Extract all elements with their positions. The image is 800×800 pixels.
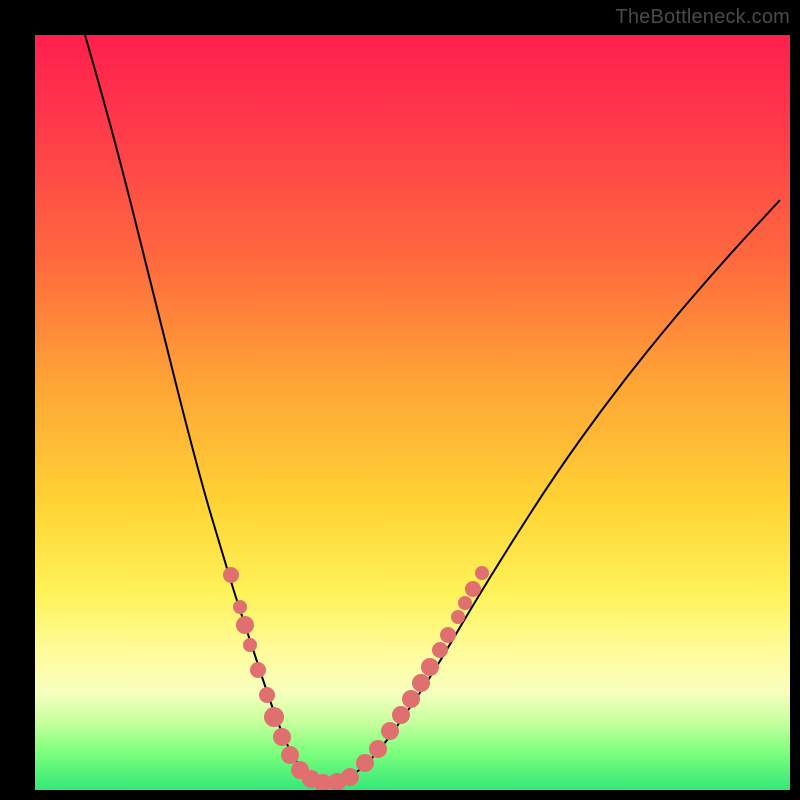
data-marker <box>273 728 291 746</box>
plot-area <box>35 35 790 790</box>
data-marker <box>233 600 247 614</box>
chart-frame: TheBottleneck.com <box>0 0 800 800</box>
data-marker <box>421 658 439 676</box>
data-marker <box>259 687 275 703</box>
chart-svg <box>35 35 790 790</box>
data-marker <box>451 610 465 624</box>
data-marker <box>264 707 284 727</box>
data-marker <box>381 722 399 740</box>
data-marker <box>250 662 266 678</box>
data-marker <box>465 581 481 597</box>
data-marker <box>440 627 456 643</box>
data-marker <box>369 740 387 758</box>
data-marker <box>458 596 472 610</box>
data-marker <box>243 638 257 652</box>
watermark-label: TheBottleneck.com <box>615 6 790 29</box>
data-marker <box>432 642 448 658</box>
data-marker <box>281 746 299 764</box>
data-marker <box>223 567 239 583</box>
data-marker <box>341 768 359 786</box>
data-marker <box>356 754 374 772</box>
data-marker <box>475 566 489 580</box>
data-marker <box>392 706 410 724</box>
data-marker <box>236 616 254 634</box>
data-marker <box>402 690 420 708</box>
data-marker <box>412 674 430 692</box>
